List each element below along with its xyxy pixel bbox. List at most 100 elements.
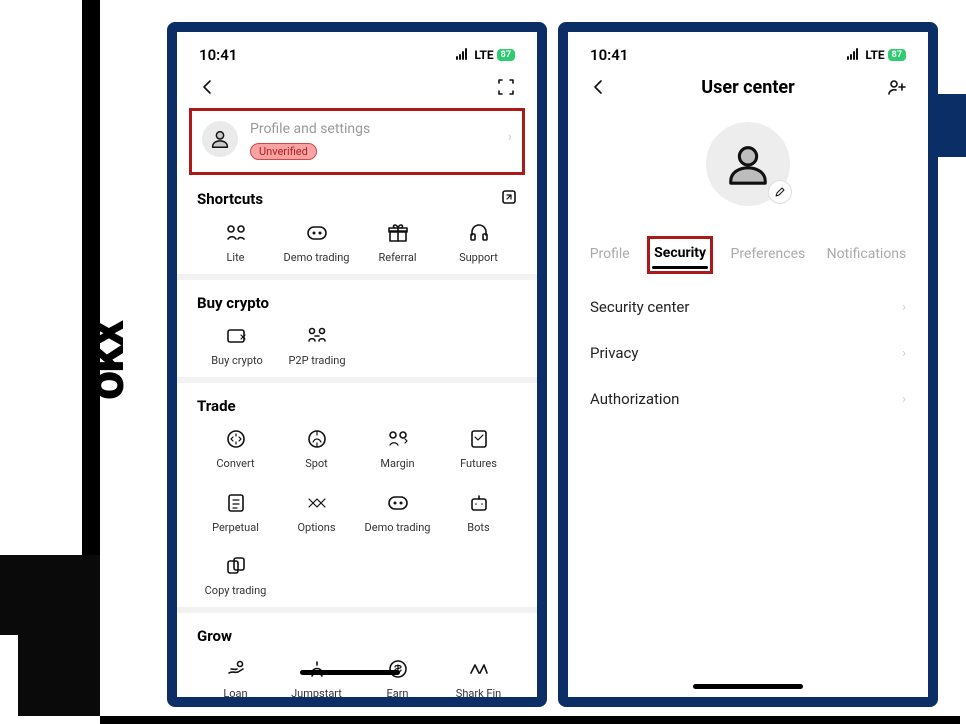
avatar[interactable] <box>706 122 790 206</box>
loan-icon <box>222 657 250 681</box>
back-button[interactable] <box>197 76 219 98</box>
deco-block <box>0 555 100 635</box>
menu-privacy[interactable]: Privacy › <box>568 330 928 376</box>
shortcut-label: Futures <box>460 457 497 470</box>
shortcut-sharkfin[interactable]: Shark Fin <box>440 657 517 700</box>
shortcut-label: Support <box>459 251 498 264</box>
shortcut-label: Convert <box>216 457 254 470</box>
menu-label: Privacy <box>590 344 638 362</box>
shortcut-spot[interactable]: Spot <box>278 427 355 470</box>
section-title: Grow <box>197 627 232 645</box>
spot-icon <box>303 427 331 451</box>
shortcut-label: Bots <box>467 521 489 534</box>
profile-settings-row[interactable]: Profile and settings Unverified › <box>189 108 525 175</box>
convert-icon <box>222 427 250 451</box>
signal-icon <box>846 48 862 63</box>
shortcut-jumpstart[interactable]: Jumpstart <box>278 657 355 700</box>
tab-profile[interactable]: Profile <box>586 240 634 274</box>
shortcut-label: Earn <box>386 687 408 700</box>
nav-row: User center <box>568 70 928 102</box>
menu-authorization[interactable]: Authorization › <box>568 376 928 422</box>
status-right: LTE 87 <box>455 48 515 63</box>
gift-icon <box>384 221 412 245</box>
menu-label: Security center <box>590 298 689 316</box>
tabs: Profile Security Preferences Notificatio… <box>568 236 928 274</box>
headset-icon <box>465 221 493 245</box>
shortcut-label: Perpetual <box>212 521 259 534</box>
shortcut-demo2[interactable]: Demo trading <box>359 491 436 534</box>
deco-block <box>82 0 100 30</box>
menu-security-center[interactable]: Security center › <box>568 284 928 330</box>
margin-icon <box>384 427 412 451</box>
back-button[interactable] <box>588 76 610 98</box>
lite-icon <box>222 221 250 245</box>
signal-icon <box>455 48 471 63</box>
edit-avatar-button[interactable] <box>768 180 792 204</box>
options-icon <box>303 491 331 515</box>
shortcut-options[interactable]: Options <box>278 491 355 534</box>
chevron-right-icon: › <box>902 346 906 361</box>
menu-label: Authorization <box>590 390 679 408</box>
section-title: Buy crypto <box>197 294 269 312</box>
deco-bar <box>82 30 100 560</box>
phone-user-center: 10:41 LTE 87 User center Profile Securit… <box>558 22 938 707</box>
profile-title: Profile and settings <box>250 121 370 137</box>
home-indicator <box>300 670 400 675</box>
status-bar: 10:41 LTE 87 <box>177 32 537 70</box>
shortcut-label: Shark Fin <box>456 687 501 700</box>
section-shortcuts: Shortcuts Lite Demo trading Referral Sup… <box>177 175 537 280</box>
net-label: LTE <box>474 48 493 62</box>
shortcut-lite[interactable]: Lite <box>197 221 274 264</box>
phone-settings: 10:41 LTE 87 Profile and settings Unveri… <box>167 22 547 707</box>
shortcut-copy[interactable]: Copy trading <box>197 554 274 597</box>
add-user-button[interactable] <box>886 76 908 98</box>
shortcut-support[interactable]: Support <box>440 221 517 264</box>
nav-row <box>177 70 537 102</box>
shortcut-margin[interactable]: Margin <box>359 427 436 470</box>
tab-preferences[interactable]: Preferences <box>727 240 810 274</box>
shortcut-loan[interactable]: Loan <box>197 657 274 700</box>
earn-icon <box>384 657 412 681</box>
status-time: 10:41 <box>590 46 628 64</box>
p2p-icon <box>303 324 331 348</box>
tab-security[interactable]: Security <box>647 236 713 274</box>
shortcut-referral[interactable]: Referral <box>359 221 436 264</box>
shortcut-p2p[interactable]: P2P trading <box>277 324 357 367</box>
shortcut-label: Lite <box>226 251 244 264</box>
section-buy: Buy crypto Buy crypto P2P trading <box>177 280 537 383</box>
shortcut-futures[interactable]: Futures <box>440 427 517 470</box>
edit-shortcuts-button[interactable] <box>501 189 517 209</box>
section-title: Trade <box>197 397 236 415</box>
shortcut-perpetual[interactable]: Perpetual <box>197 491 274 534</box>
shortcut-demo[interactable]: Demo trading <box>278 221 355 264</box>
chevron-right-icon: › <box>902 300 906 315</box>
shortcut-convert[interactable]: Convert <box>197 427 274 470</box>
shortcut-bots[interactable]: Bots <box>440 491 517 534</box>
shortcut-label: Copy trading <box>205 584 267 597</box>
status-right: LTE 87 <box>846 48 906 63</box>
shortcut-label: Demo trading <box>284 251 350 264</box>
perpetual-icon <box>222 491 250 515</box>
shortcut-earn[interactable]: Earn <box>359 657 436 700</box>
shortcut-label: Jumpstart <box>291 687 342 700</box>
shortcut-label: Buy crypto <box>211 354 263 367</box>
shortcut-label: Loan <box>223 687 247 700</box>
profile-text-col: Profile and settings Unverified <box>250 121 370 160</box>
brand-label: okx <box>75 322 136 400</box>
tab-notifications[interactable]: Notifications <box>823 240 911 274</box>
chevron-right-icon: › <box>902 392 906 407</box>
shortcut-label: Demo trading <box>365 521 431 534</box>
bot-icon <box>465 491 493 515</box>
demo-icon <box>303 221 331 245</box>
net-label: LTE <box>865 48 884 62</box>
shortcut-label: Options <box>297 521 335 534</box>
shortcut-label: Spot <box>305 457 328 470</box>
card-icon <box>223 324 251 348</box>
home-indicator <box>693 684 803 689</box>
page-title: User center <box>610 77 886 98</box>
demo-icon <box>384 491 412 515</box>
avatar-icon <box>202 121 238 157</box>
scan-button[interactable] <box>495 76 517 98</box>
shortcut-buy-crypto[interactable]: Buy crypto <box>197 324 277 367</box>
unverified-badge: Unverified <box>250 143 317 160</box>
